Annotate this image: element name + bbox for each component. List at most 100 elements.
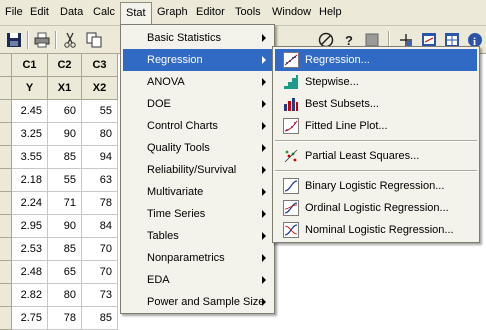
- submenu-arrow-icon: [262, 166, 266, 174]
- menu-item-label: Reliability/Survival: [147, 164, 237, 176]
- data-cell[interactable]: 3.25: [12, 123, 48, 146]
- stat-menu-item-nonparametrics[interactable]: Nonparametrics: [123, 247, 272, 269]
- regression-menu-item-nominal-logistic-regression[interactable]: Nominal Logistic Regression...: [275, 219, 477, 241]
- copy-icon[interactable]: [84, 30, 104, 50]
- menu-edit[interactable]: Edit: [25, 0, 54, 24]
- menu-calc[interactable]: Calc: [88, 0, 120, 24]
- stat-menu-item-reliability-survival[interactable]: Reliability/Survival: [123, 159, 272, 181]
- data-cell[interactable]: 2.48: [12, 261, 48, 284]
- stat-menu-item-tables[interactable]: Tables: [123, 225, 272, 247]
- regression-menu-item-ordinal-logistic-regression[interactable]: Ordinal Logistic Regression...: [275, 197, 477, 219]
- submenu-arrow-icon: [262, 298, 266, 306]
- data-cell[interactable]: 2.82: [12, 284, 48, 307]
- menu-item-label: Basic Statistics: [147, 32, 221, 44]
- stat-menu-item-eda[interactable]: EDA: [123, 269, 272, 291]
- cut-icon[interactable]: [60, 30, 80, 50]
- data-cell[interactable]: 70: [82, 238, 118, 261]
- column-id-c1[interactable]: C1: [12, 54, 48, 77]
- data-cell[interactable]: 70: [82, 261, 118, 284]
- data-cell[interactable]: 2.18: [12, 169, 48, 192]
- stat-menu-item-power-and-sample-size[interactable]: Power and Sample Size: [123, 291, 272, 313]
- data-cell[interactable]: 85: [48, 146, 82, 169]
- data-cell[interactable]: 65: [48, 261, 82, 284]
- data-cell[interactable]: 78: [48, 307, 82, 330]
- fitted-line-plot-icon: [283, 118, 299, 134]
- data-cell[interactable]: 2.75: [12, 307, 48, 330]
- data-cell[interactable]: 63: [82, 169, 118, 192]
- data-cell[interactable]: 80: [48, 284, 82, 307]
- data-cell[interactable]: 2.53: [12, 238, 48, 261]
- row-header[interactable]: [0, 192, 12, 215]
- row-header[interactable]: [0, 100, 12, 123]
- stat-menu-item-basic-statistics[interactable]: Basic Statistics: [123, 27, 272, 49]
- data-cell[interactable]: 94: [82, 146, 118, 169]
- submenu-arrow-icon: [262, 276, 266, 284]
- stat-menu-item-regression[interactable]: Regression: [123, 49, 272, 71]
- row-header[interactable]: [0, 261, 12, 284]
- menu-item-label: Ordinal Logistic Regression...: [305, 202, 449, 214]
- stat-menu-item-time-series[interactable]: Time Series: [123, 203, 272, 225]
- data-cell[interactable]: 55: [82, 100, 118, 123]
- column-name-y[interactable]: Y: [12, 77, 48, 100]
- menu-help[interactable]: Help: [314, 0, 347, 24]
- menu-window[interactable]: Window: [267, 0, 316, 24]
- column-id-c2[interactable]: C2: [48, 54, 82, 77]
- stat-menu-item-quality-tools[interactable]: Quality Tools: [123, 137, 272, 159]
- column-name-x1[interactable]: X1: [48, 77, 82, 100]
- data-cell[interactable]: 85: [82, 307, 118, 330]
- row-header[interactable]: [0, 238, 12, 261]
- row-header[interactable]: [0, 215, 12, 238]
- stat-menu-item-multivariate[interactable]: Multivariate: [123, 181, 272, 203]
- data-cell[interactable]: 55: [48, 169, 82, 192]
- save-icon[interactable]: [4, 30, 24, 50]
- data-cell[interactable]: 80: [82, 123, 118, 146]
- stat-menu-item-control-charts[interactable]: Control Charts: [123, 115, 272, 137]
- menu-item-label: Nonparametrics: [147, 252, 225, 264]
- menu-divider: [275, 140, 477, 142]
- row-header[interactable]: [0, 307, 12, 330]
- submenu-arrow-icon: [262, 34, 266, 42]
- row-header[interactable]: [0, 169, 12, 192]
- data-cell[interactable]: 2.95: [12, 215, 48, 238]
- row-header[interactable]: [0, 284, 12, 307]
- menu-graph[interactable]: Graph: [152, 0, 193, 24]
- data-cell[interactable]: 2.45: [12, 100, 48, 123]
- menu-editor[interactable]: Editor: [191, 0, 230, 24]
- data-cell[interactable]: 90: [48, 215, 82, 238]
- submenu-arrow-icon: [262, 100, 266, 108]
- corner-cell[interactable]: [0, 54, 12, 77]
- stat-menu-item-anova[interactable]: ANOVA: [123, 71, 272, 93]
- regression-menu-item-best-subsets[interactable]: Best Subsets...: [275, 93, 477, 115]
- menu-item-label: Partial Least Squares...: [305, 150, 420, 162]
- data-cell[interactable]: 90: [48, 123, 82, 146]
- submenu-arrow-icon: [262, 232, 266, 240]
- data-cell[interactable]: 78: [82, 192, 118, 215]
- submenu-arrow-icon: [262, 78, 266, 86]
- stat-menu-item-doe[interactable]: DOE: [123, 93, 272, 115]
- menu-item-label: Stepwise...: [305, 76, 359, 88]
- regression-menu-item-regression[interactable]: Regression...: [275, 49, 477, 71]
- menu-item-label: Tables: [147, 230, 179, 242]
- data-cell[interactable]: 2.24: [12, 192, 48, 215]
- menu-item-label: Quality Tools: [147, 142, 210, 154]
- menu-stat[interactable]: Stat: [120, 2, 152, 26]
- row-header[interactable]: [0, 123, 12, 146]
- data-cell[interactable]: 73: [82, 284, 118, 307]
- column-name-x2[interactable]: X2: [82, 77, 118, 100]
- data-cell[interactable]: 84: [82, 215, 118, 238]
- menu-data[interactable]: Data: [55, 0, 88, 24]
- data-cell[interactable]: 85: [48, 238, 82, 261]
- row-header[interactable]: [0, 146, 12, 169]
- regression-menu-item-binary-logistic-regression[interactable]: Binary Logistic Regression...: [275, 175, 477, 197]
- menu-tools[interactable]: Tools: [230, 0, 266, 24]
- data-cell[interactable]: 71: [48, 192, 82, 215]
- regression-menu-item-fitted-line-plot[interactable]: Fitted Line Plot...: [275, 115, 477, 137]
- regression-menu-item-stepwise[interactable]: Stepwise...: [275, 71, 477, 93]
- menu-item-label: Binary Logistic Regression...: [305, 180, 445, 192]
- menu-file[interactable]: File: [0, 0, 28, 24]
- data-cell[interactable]: 60: [48, 100, 82, 123]
- column-id-c3[interactable]: C3: [82, 54, 118, 77]
- regression-menu-item-partial-least-squares[interactable]: Partial Least Squares...: [275, 145, 477, 167]
- data-cell[interactable]: 3.55: [12, 146, 48, 169]
- print-icon[interactable]: [32, 30, 52, 50]
